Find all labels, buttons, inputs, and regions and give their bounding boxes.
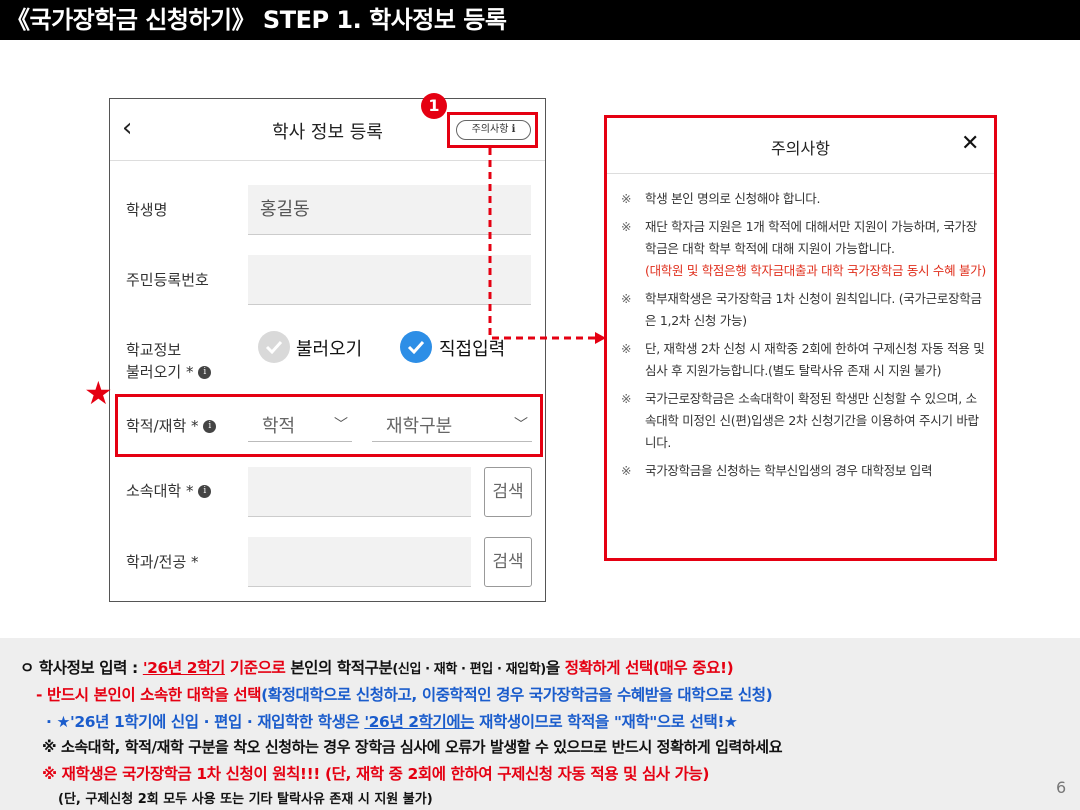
page-number: 6 <box>1056 778 1067 797</box>
note-line-4: ※ 소속대학, 학적/재학 구분을 착오 신청하는 경우 장학금 심사에 오류가… <box>42 738 783 756</box>
notice-text: 학생 본인 명의로 신청해야 합니다. <box>645 191 821 206</box>
list-item: ※ 학생 본인 명의로 신청해야 합니다. <box>621 188 986 210</box>
note-text-red: '26년 2학기 <box>142 659 225 677</box>
radio-load-label: 불러오기 <box>296 339 363 360</box>
notice-warning-text: (대학원 및 학점은행 학자금대출과 대학 국가장학금 동시 수혜 불가) <box>645 263 986 278</box>
info-icon: i <box>198 366 212 379</box>
check-icon <box>265 340 283 354</box>
school-info-label-line1: 학교정보 <box>126 341 182 359</box>
university-field[interactable] <box>248 467 471 517</box>
school-info-label-line2: 불러오기 <box>126 363 182 381</box>
required-mark: * <box>191 553 199 571</box>
reference-mark-icon: ※ <box>621 191 632 206</box>
required-mark: * <box>185 363 194 381</box>
note-text-blue: 재학생이므로 학적을 "재학"으로 선택!★ <box>474 713 738 731</box>
note-text: ㅇ 학사정보 입력 : <box>20 659 143 677</box>
reference-mark-icon: ※ <box>621 219 632 234</box>
notice-text: 재단 학자금 지원은 1개 학적에 대해서만 지원이 가능하며, 국가장학금은 … <box>645 219 977 256</box>
note-line-3: · ★'26년 1학기에 신입 · 편입 · 재입학한 학생은 '26년 2학기… <box>46 710 738 732</box>
rrn-label: 주민등록번호 <box>126 271 209 289</box>
notes-panel: ㅇ 학사정보 입력 : '26년 2학기 기준으로 본인의 학적구분(신입 · … <box>0 638 1080 810</box>
school-info-label: 학교정보 불러오기 * i <box>126 339 212 383</box>
reference-mark-icon: ※ <box>621 391 632 406</box>
check-icon <box>407 340 425 354</box>
note-line-2: - 반드시 본인이 소속한 대학을 선택(확정대학으로 신청하고, 이중학적인 … <box>36 683 773 705</box>
notice-text: 단, 재학생 2차 신청 시 재학중 2회에 한하여 구제신청 자동 적용 및 … <box>645 341 985 378</box>
star-icon: ★ <box>84 374 113 412</box>
note-text-red: 정확하게 선택(매우 중요!) <box>564 659 734 677</box>
slide-title: 《국가장학금 신청하기》 STEP 1. 학사정보 등록 <box>0 0 1080 40</box>
list-item: ※ 단, 재학생 2차 신청 시 재학중 2회에 한하여 구제신청 자동 적용 및… <box>621 338 986 382</box>
major-label-text: 학과/전공 <box>126 553 187 571</box>
step-badge: 1 <box>421 93 447 119</box>
list-item: ※ 재단 학자금 지원은 1개 학적에 대해서만 지원이 가능하며, 국가장학금은… <box>621 216 986 282</box>
modal-header: 주의사항 ✕ <box>607 118 994 174</box>
notice-text: 학부재학생은 국가장학금 1차 신청이 원칙입니다. (국가근로장학금은 1,2… <box>645 291 982 328</box>
note-text: (신입 · 재학 · 편입 · 재입학) <box>392 662 546 677</box>
notice-text: 국가근로장학금은 소속대학이 확정된 학생만 신청할 수 있으며, 소속대학 미… <box>645 391 979 450</box>
close-icon[interactable]: ✕ <box>961 132 979 156</box>
modal-title: 주의사항 <box>771 139 830 158</box>
info-icon: i <box>198 485 212 498</box>
status-highlight-box <box>115 394 543 457</box>
reference-mark-icon: ※ <box>621 341 632 356</box>
note-text: 을 <box>545 659 565 677</box>
notice-text: 국가장학금을 신청하는 학부신입생의 경우 대학정보 입력 <box>645 463 933 478</box>
note-text: 본인의 학적구분 <box>285 659 393 677</box>
phone-screen: ‹ 학사 정보 등록 주의사항 i 학생명 홍길동 주민등록번호 학교정보 불러… <box>109 98 546 602</box>
student-name-label: 학생명 <box>126 201 168 219</box>
notice-modal: 주의사항 ✕ ※ 학생 본인 명의로 신청해야 합니다. ※ 재단 학자금 지원은 … <box>604 115 997 561</box>
major-field[interactable] <box>248 537 471 587</box>
university-label-text: 소속대학 <box>126 482 182 500</box>
list-item: ※ 국가장학금을 신청하는 학부신입생의 경우 대학정보 입력 <box>621 460 986 482</box>
list-item: ※ 학부재학생은 국가장학금 1차 신청이 원칙입니다. (국가근로장학금은 1,… <box>621 288 986 332</box>
university-search-button[interactable]: 검색 <box>484 467 532 517</box>
radio-load[interactable] <box>258 331 290 363</box>
slide: 《국가장학금 신청하기》 STEP 1. 학사정보 등록 ‹ 학사 정보 등록 … <box>0 0 1080 810</box>
note-text-blue: '26년 2학기에는 <box>364 713 475 731</box>
notice-highlight-box <box>447 112 538 148</box>
notice-list: ※ 학생 본인 명의로 신청해야 합니다. ※ 재단 학자금 지원은 1개 학적에 … <box>621 188 986 488</box>
note-line-5: ※ 재학생은 국가장학금 1차 신청이 원칙!!! (단, 재학 중 2회에 한… <box>42 765 710 783</box>
note-line-1: ㅇ 학사정보 입력 : '26년 2학기 기준으로 본인의 학적구분(신입 · … <box>20 656 734 678</box>
note-text-blue: (확정대학으로 신청하고, 이중학적인 경우 국가장학금을 수혜받을 대학으로 … <box>261 686 773 704</box>
required-mark: * <box>185 482 194 500</box>
major-search-button[interactable]: 검색 <box>484 537 532 587</box>
radio-manual[interactable] <box>400 331 432 363</box>
university-label: 소속대학 * i <box>126 480 212 502</box>
connector-arrow <box>488 148 606 344</box>
major-label: 학과/전공 * <box>126 551 199 573</box>
note-line-6: (단, 구제신청 2회 모두 사용 또는 기타 탈락사유 존재 시 지원 불가) <box>58 792 433 807</box>
note-text-blue: · ★'26년 1학기에 신입 · 편입 · 재입학한 학생은 <box>46 713 365 731</box>
reference-mark-icon: ※ <box>621 291 632 306</box>
note-text-red: 기준으로 <box>224 659 286 677</box>
list-item: ※ 국가근로장학금은 소속대학이 확정된 학생만 신청할 수 있으며, 소속대학 … <box>621 388 986 454</box>
note-text-red: - 반드시 본인이 소속한 대학을 선택 <box>36 686 262 704</box>
reference-mark-icon: ※ <box>621 463 632 478</box>
